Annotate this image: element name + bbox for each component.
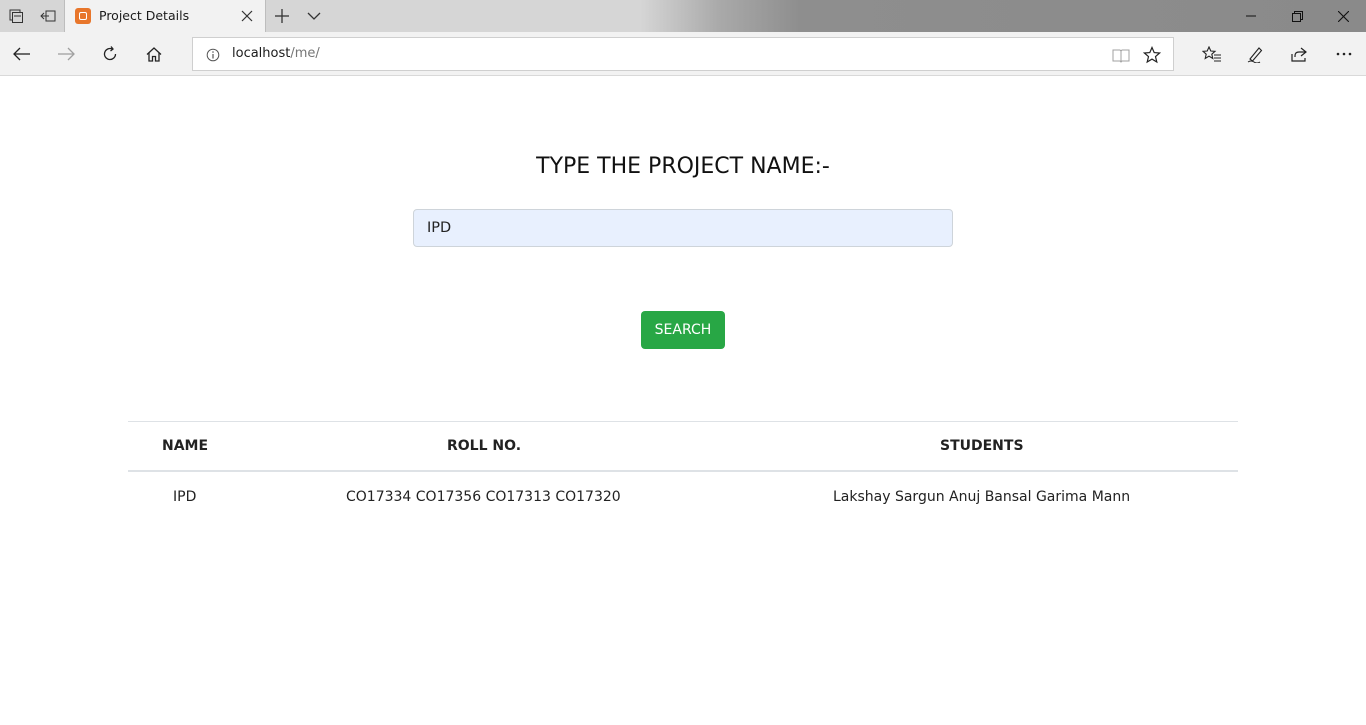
cell-project-name: IPD: [173, 489, 197, 505]
more-options-icon[interactable]: [1322, 32, 1366, 76]
tab-project-details[interactable]: Project Details: [64, 0, 266, 32]
tab-title: Project Details: [99, 8, 190, 23]
results-table: NAME ROLL NO. STUDENTS IPD CO17334 CO173…: [128, 421, 1238, 522]
column-header-roll-no: ROLL NO.: [447, 438, 522, 454]
restore-icon[interactable]: [1274, 0, 1320, 32]
share-icon[interactable]: [1278, 32, 1322, 76]
xampp-favicon-icon: [75, 8, 91, 24]
site-info-icon[interactable]: [206, 47, 220, 62]
home-icon[interactable]: [132, 32, 176, 76]
table-row: IPD CO17334 CO17356 CO17313 CO17320 Laks…: [128, 472, 1238, 522]
search-button[interactable]: SEARCH: [641, 311, 725, 349]
minimize-icon[interactable]: [1228, 0, 1274, 32]
web-note-pen-icon[interactable]: [1234, 32, 1278, 76]
project-name-input[interactable]: [413, 209, 953, 247]
back-arrow-icon[interactable]: [0, 32, 44, 76]
favorite-star-icon[interactable]: [1142, 45, 1162, 65]
browser-tab-bar: Project Details: [0, 0, 1366, 32]
refresh-icon[interactable]: [88, 32, 132, 76]
url-text: localhost/me/: [232, 46, 320, 61]
close-tab-icon[interactable]: [235, 4, 259, 28]
cell-roll-numbers: CO17334 CO17356 CO17313 CO17320: [346, 489, 621, 505]
url-host: localhost: [232, 46, 291, 61]
reading-view-icon[interactable]: [1111, 45, 1131, 65]
favorites-hub-icon[interactable]: [1190, 32, 1234, 76]
close-window-icon[interactable]: [1320, 0, 1366, 32]
url-path: /me/: [290, 46, 320, 61]
forward-arrow-icon[interactable]: [44, 32, 88, 76]
table-header: NAME ROLL NO. STUDENTS: [128, 422, 1238, 472]
set-tabs-aside-icon[interactable]: [32, 0, 64, 32]
browser-toolbar: localhost/me/: [0, 32, 1366, 76]
tab-preview-chevron-down-icon[interactable]: [298, 0, 330, 32]
new-tab-icon[interactable]: [266, 0, 298, 32]
address-bar[interactable]: localhost/me/: [192, 37, 1174, 71]
cell-students: Lakshay Sargun Anuj Bansal Garima Mann: [833, 489, 1131, 505]
page-heading: TYPE THE PROJECT NAME:-: [536, 154, 830, 179]
column-header-name: NAME: [162, 438, 209, 454]
column-header-students: STUDENTS: [940, 438, 1024, 454]
tab-actions-icon[interactable]: [0, 0, 32, 32]
